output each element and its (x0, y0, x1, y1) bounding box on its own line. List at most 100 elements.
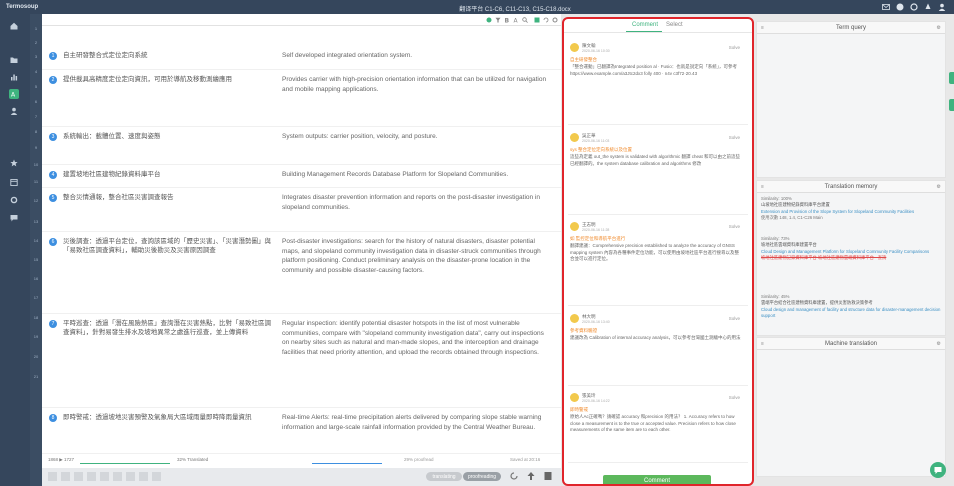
comment-date: 2020-06-16 11:03 (582, 139, 610, 143)
row-number: 3 (34, 54, 38, 59)
row-numbers: 1 2 3 4 5 6 7 8 9 10 11 12 13 14 15 16 17 18 19 20 21 (30, 14, 42, 486)
settings-gear-icon[interactable] (552, 17, 558, 23)
row-number: 19 (33, 334, 39, 339)
segment-target-text[interactable]: Post-disaster investigations: search for… (282, 237, 548, 275)
solve-button[interactable]: Solve (729, 395, 740, 400)
segment-target-text[interactable]: System outputs: carrier position, veloci… (282, 132, 548, 142)
segment-row[interactable]: 4 建置坡地社區建物紀錄資料庫平台 Building Management Reco… (42, 165, 561, 188)
tm-entry[interactable]: Similarity: 45% 雲端平台結合社區建物資料庫建置，提供災害防救決策參… (761, 294, 943, 319)
segment-row[interactable]: 3 系統輸出：載體位置、速度與姿態 System outputs: carrier … (42, 127, 561, 165)
row-number: 14 (33, 238, 39, 243)
save-icon[interactable] (543, 471, 553, 483)
filter-icon[interactable] (495, 17, 501, 23)
tool-button-4[interactable] (87, 472, 96, 481)
comment-text: 建議改為 Calibration of internal accuracy an… (570, 335, 741, 340)
row-number: 9 (34, 145, 38, 150)
chart-icon[interactable] (9, 72, 19, 82)
segment-row[interactable]: 2 提供載具高精度定位定向資訊，可用於導航及移動測繪應用 Provides carr… (42, 70, 561, 127)
gear-icon[interactable] (9, 195, 19, 205)
segment-target-text[interactable]: Real-time Alerts: real-time precipitatio… (282, 413, 548, 432)
translated-percent: 32% Translated (177, 457, 209, 462)
segment-counter: 1868 ▶ 1727 (48, 457, 74, 462)
segment-row[interactable]: 1 自主研發整合式定位定向系統 Self developed integrated … (42, 46, 561, 70)
solve-button[interactable]: Solve (729, 45, 740, 50)
people-icon[interactable] (9, 106, 19, 116)
segment-source-text: 整合災情通報，整合社區災害調查報告 (63, 194, 174, 201)
grid-icon[interactable] (534, 17, 540, 23)
row-number: 21 (33, 374, 39, 379)
tool-button-3[interactable] (74, 472, 83, 481)
row-number: 10 (33, 162, 39, 167)
translated-progress-bar (80, 463, 170, 464)
notification-icon[interactable] (924, 3, 932, 11)
chat-bubble-icon[interactable] (930, 462, 946, 478)
comment-date: 2020-06-16 13:40 (582, 320, 610, 324)
tab-comment[interactable]: Comment (632, 22, 658, 28)
svg-text:A: A (11, 92, 16, 99)
tool-button-5[interactable] (100, 472, 109, 481)
comment-date: 2020-06-16 14:22 (582, 399, 610, 403)
star-icon[interactable] (9, 158, 19, 168)
mode-translating-button[interactable]: translating (426, 472, 462, 481)
comment-text: 「整合運動」已翻譯為Integrated position al · Fusio… (570, 64, 738, 76)
user-icon[interactable] (938, 3, 946, 11)
segment-row[interactable]: 6 災後調查：透過平台定位，查詢該區域的「歷史災害」、「災害潛勢圖」與「易致社區調… (42, 232, 561, 314)
solve-button[interactable]: Solve (729, 135, 740, 140)
comment-button[interactable]: Comment (603, 475, 711, 484)
solve-button[interactable]: Solve (729, 224, 740, 229)
tool-button-6[interactable] (113, 472, 122, 481)
row-number: 17 (33, 295, 39, 300)
folder-icon[interactable] (9, 55, 19, 65)
left-sidebar: A (0, 14, 30, 486)
comment-card: 陳文翰 2020-06-16 10:30 Solve 自主研發整合 「整合運動」已翻譯為… (568, 43, 748, 125)
bold-icon[interactable]: B (504, 17, 510, 25)
segment-status-badge: 7 (49, 320, 57, 328)
segment-row[interactable]: 7 平時巡查：透過「潛在風險熱區」查詢潛在災害熱點，比對「易致社區調查資料」，針對… (42, 314, 561, 408)
font-icon[interactable]: A (513, 17, 519, 25)
undo-icon[interactable] (543, 17, 549, 23)
tm-entry[interactable]: Similarity: 100% 山坡地社區建物紀錄資料庫平台建置 Extensio… (761, 196, 943, 221)
tm-entry[interactable]: Similarity: 73% 坡地社區雲端資料庫建置平台 Cloud Design… (761, 236, 943, 261)
comment-date: 2020-06-16 10:30 (582, 49, 610, 53)
tool-button-8[interactable] (139, 472, 148, 481)
tool-button-1[interactable] (48, 472, 57, 481)
segment-row[interactable]: 8 即時警戒：透過坡地災害預警及氣象局大區域雨量即時降雨量資訊 Real-time … (42, 408, 561, 454)
tool-button-2[interactable] (61, 472, 70, 481)
comment-card: 吳正華 2020-06-16 11:03 Solve sys 整合定位定向系統以及位置… (568, 133, 748, 215)
home-icon[interactable] (9, 21, 19, 31)
settings-icon[interactable] (910, 3, 918, 11)
side-tab-1[interactable] (949, 72, 954, 84)
message-icon[interactable] (9, 213, 19, 223)
tm-settings-icon[interactable]: ⚙ (937, 184, 941, 190)
calendar-icon[interactable] (9, 177, 19, 187)
row-number: 13 (33, 219, 39, 224)
segment-target-text[interactable]: Self developed integrated orientation sy… (282, 51, 548, 61)
avatar (570, 133, 579, 142)
term-query-settings-icon[interactable]: ⚙ (937, 25, 941, 31)
mail-icon[interactable] (882, 3, 890, 11)
tool-button-9[interactable] (152, 472, 161, 481)
segment-target-text[interactable]: Integrates disaster prevention informati… (282, 193, 548, 212)
help-icon[interactable] (896, 3, 904, 11)
tab-select[interactable]: Select (666, 22, 683, 28)
upload-icon[interactable] (526, 471, 536, 483)
translate-icon[interactable]: A (9, 89, 19, 99)
solve-button[interactable]: Solve (729, 316, 740, 321)
search-icon[interactable] (522, 17, 528, 23)
segment-target-text[interactable]: Building Management Records Database Pla… (282, 170, 548, 180)
segment-target-text[interactable]: Regular inspection: identify potential d… (282, 319, 548, 357)
row-number: 1 (34, 26, 38, 31)
comment-reference: 參考資料驗證 (570, 328, 597, 333)
side-tab-2[interactable] (949, 99, 954, 111)
segment-row[interactable]: 5 整合災情通報，整合社區災害調查報告 Integrates disaster pr… (42, 188, 561, 232)
status-dot-icon[interactable] (486, 17, 492, 23)
comment-text: 原始人Ac正確嗎？請確認 accuracy 和precision 的用法？ 1.… (570, 414, 736, 432)
segment-target-text[interactable]: Provides carrier with high-precision ori… (282, 75, 548, 94)
tool-button-7[interactable] (126, 472, 135, 481)
refresh-icon[interactable] (509, 471, 519, 483)
row-number: 7 (34, 114, 38, 119)
segment-source-text: 災後調查：透過平台定位，查詢該區域的「歷史災害」、「災害潛勢圖」與「易致社區調查… (63, 238, 271, 254)
mt-settings-icon[interactable]: ⚙ (937, 341, 941, 347)
segment-source-text: 自主研發整合式定位定向系統 (63, 52, 148, 59)
mode-proofreading-button[interactable]: proofreading (463, 472, 501, 481)
